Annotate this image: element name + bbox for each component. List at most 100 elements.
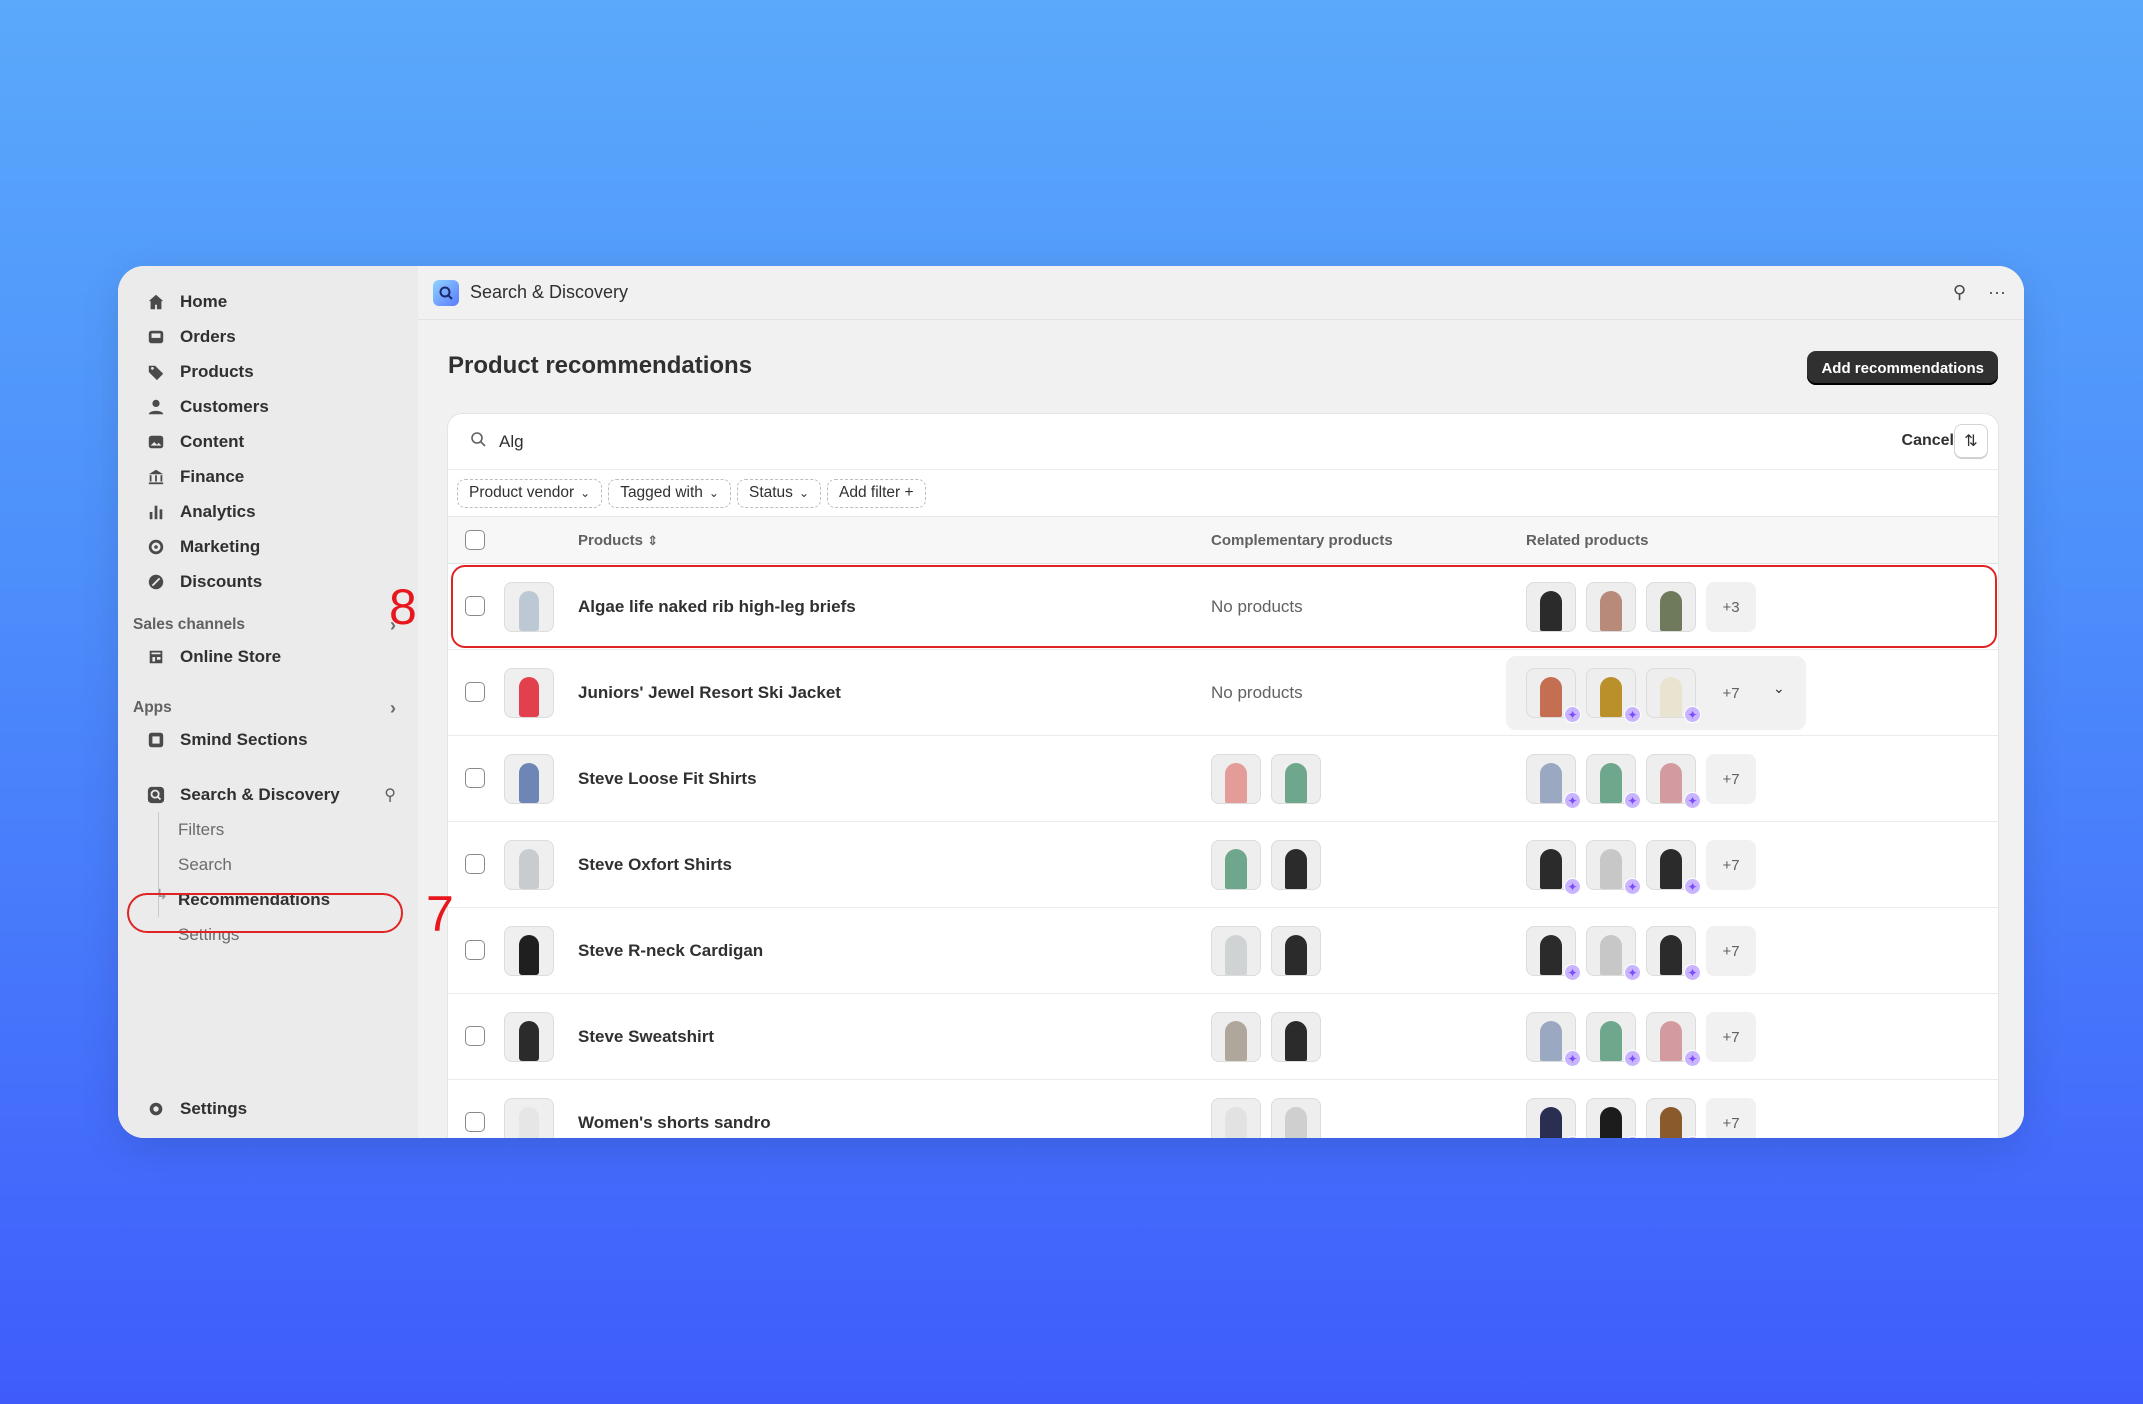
complementary-thumbnail[interactable] <box>1211 926 1261 976</box>
table-row[interactable]: Steve Sweatshirt ✦ ✦ ✦ +7 <box>448 994 1998 1080</box>
chevron-down-icon[interactable]: ⌄ <box>1773 680 1785 697</box>
complementary-thumbnail[interactable] <box>1211 754 1261 804</box>
complementary-thumbnail[interactable] <box>1211 1098 1261 1138</box>
more-related-count[interactable]: +7 <box>1706 1012 1756 1062</box>
complementary-thumbnail[interactable] <box>1211 840 1261 890</box>
sort-icon[interactable]: ⇅ <box>1954 424 1988 458</box>
product-name[interactable]: Steve Oxfort Shirts <box>578 855 732 875</box>
search-bar[interactable]: Alg Cancel ⇅ <box>448 414 1998 470</box>
more-related-count[interactable]: +7 <box>1706 840 1756 890</box>
related-thumbnail[interactable]: ✦ <box>1646 926 1701 981</box>
sidebar-item-products[interactable]: Products <box>118 354 418 389</box>
related-thumbnail[interactable]: ✦ <box>1526 668 1581 723</box>
complementary-thumbnail[interactable] <box>1271 1098 1321 1138</box>
related-thumbnail[interactable]: ✦ <box>1646 754 1701 809</box>
ai-sparkle-icon: ✦ <box>1564 964 1581 981</box>
filter-pill[interactable]: Tagged with ⌄ <box>608 478 731 508</box>
more-related-count[interactable]: +7 <box>1706 668 1756 718</box>
related-thumbnail[interactable]: ✦ <box>1646 840 1701 895</box>
related-thumbnail[interactable]: ✦ <box>1526 840 1581 895</box>
row-checkbox[interactable] <box>465 682 485 702</box>
table-row[interactable]: Steve Loose Fit Shirts ✦ ✦ ✦ +7 <box>448 736 1998 822</box>
sales-channels-header[interactable]: Sales channels › <box>118 611 418 639</box>
search-input[interactable]: Alg <box>499 432 524 452</box>
complementary-thumbnail[interactable] <box>1211 1012 1261 1062</box>
complementary-thumbnail[interactable] <box>1271 1012 1321 1062</box>
sidebar-item-marketing[interactable]: Marketing <box>118 529 418 564</box>
row-checkbox[interactable] <box>465 1026 485 1046</box>
cancel-button[interactable]: Cancel <box>1902 432 1954 450</box>
related-thumbnail[interactable]: ✦ <box>1586 926 1641 981</box>
related-thumbnail[interactable]: ✦ <box>1586 1012 1641 1067</box>
product-name[interactable]: Steve Sweatshirt <box>578 1027 714 1047</box>
product-thumbnail[interactable] <box>504 926 554 976</box>
sidebar-item-home[interactable]: Home <box>118 284 418 319</box>
filter-pill[interactable]: Status ⌄ <box>736 478 821 508</box>
select-all-checkbox[interactable] <box>465 530 485 550</box>
related-thumbnail[interactable]: ✦ <box>1526 1012 1581 1067</box>
filter-pill[interactable]: Product vendor ⌄ <box>457 478 603 508</box>
table-row[interactable]: Steve Oxfort Shirts ✦ ✦ ✦ +7 <box>448 822 1998 908</box>
column-header-products[interactable]: Products ⇕ <box>578 532 658 549</box>
sidebar-item-settings[interactable]: Settings <box>118 1091 247 1126</box>
ai-sparkle-icon: ✦ <box>1624 792 1641 809</box>
product-name[interactable]: Juniors' Jewel Resort Ski Jacket <box>578 683 841 703</box>
related-thumbnail[interactable]: ✦ <box>1586 1098 1641 1138</box>
complementary-thumbnail[interactable] <box>1271 754 1321 804</box>
sidebar-subitem-search[interactable]: Search <box>118 847 418 882</box>
ai-sparkle-icon: ✦ <box>1564 878 1581 895</box>
related-thumbnail[interactable]: ✦ <box>1586 754 1641 809</box>
product-thumbnail[interactable] <box>504 1098 554 1138</box>
filter-label: Add filter + <box>839 484 914 501</box>
sidebar-item-search-discovery[interactable]: Search & Discovery ⚲ <box>118 777 418 812</box>
more-options-icon[interactable]: ··· <box>1988 282 2006 303</box>
related-products: ✦ ✦ ✦ +7 <box>1526 1012 1756 1067</box>
related-thumbnail[interactable]: ✦ <box>1526 926 1581 981</box>
row-checkbox[interactable] <box>465 854 485 874</box>
pin-icon[interactable]: ⚲ <box>384 785 396 805</box>
table-row[interactable]: Steve R-neck Cardigan ✦ ✦ ✦ +7 <box>448 908 1998 994</box>
search-discovery-logo-icon <box>433 279 459 306</box>
sidebar-item-analytics[interactable]: Analytics <box>118 494 418 529</box>
sort-toggle-icon[interactable]: ⇕ <box>647 533 658 548</box>
more-related-count[interactable]: +7 <box>1706 754 1756 804</box>
filter-pill[interactable]: Add filter + <box>827 478 926 508</box>
product-thumbnail[interactable] <box>504 1012 554 1062</box>
add-recommendations-button[interactable]: Add recommendations <box>1807 351 1998 385</box>
related-thumbnail[interactable]: ✦ <box>1526 1098 1581 1138</box>
product-name[interactable]: Women's shorts sandro <box>578 1113 771 1133</box>
sidebar-subitem-filters[interactable]: Filters <box>118 812 418 847</box>
product-name[interactable]: Steve R-neck Cardigan <box>578 941 763 961</box>
row-checkbox[interactable] <box>465 1112 485 1132</box>
row-checkbox[interactable] <box>465 940 485 960</box>
product-name[interactable]: Steve Loose Fit Shirts <box>578 769 757 789</box>
table-row[interactable]: Juniors' Jewel Resort Ski Jacket No produ… <box>448 650 1998 736</box>
product-thumbnail[interactable] <box>504 668 554 718</box>
related-thumbnail[interactable]: ✦ <box>1646 668 1701 723</box>
table-row[interactable]: Women's shorts sandro ✦ ✦ ✦ +7 <box>448 1080 1998 1138</box>
chevron-right-icon[interactable]: › <box>390 698 396 719</box>
related-thumbnail[interactable]: ✦ <box>1526 754 1581 809</box>
related-thumbnail[interactable]: ✦ <box>1646 1012 1701 1067</box>
sidebar-item-discounts[interactable]: Discounts <box>118 564 418 599</box>
related-thumbnail[interactable]: ✦ <box>1646 1098 1701 1138</box>
sidebar-item-finance[interactable]: Finance <box>118 459 418 494</box>
apps-header[interactable]: Apps › <box>118 694 418 722</box>
complementary-thumbnail[interactable] <box>1271 926 1321 976</box>
sidebar-item-customers[interactable]: Customers <box>118 389 418 424</box>
more-related-count[interactable]: +7 <box>1706 926 1756 976</box>
sidebar-item-online-store[interactable]: Online Store <box>118 639 418 674</box>
related-thumbnail[interactable]: ✦ <box>1586 840 1641 895</box>
apps-label: Apps <box>133 699 172 716</box>
row-checkbox[interactable] <box>465 768 485 788</box>
sidebar-item-smind-sections[interactable]: Smind Sections <box>118 722 418 757</box>
related-thumbnail[interactable]: ✦ <box>1586 668 1641 723</box>
sidebar-item-orders[interactable]: Orders <box>118 319 418 354</box>
product-thumbnail[interactable] <box>504 754 554 804</box>
sidebar-item-content[interactable]: Content <box>118 424 418 459</box>
product-thumbnail[interactable] <box>504 840 554 890</box>
more-related-count[interactable]: +7 <box>1706 1098 1756 1138</box>
ai-sparkle-icon: ✦ <box>1684 964 1701 981</box>
pin-icon[interactable]: ⚲ <box>1953 282 1966 303</box>
complementary-thumbnail[interactable] <box>1271 840 1321 890</box>
